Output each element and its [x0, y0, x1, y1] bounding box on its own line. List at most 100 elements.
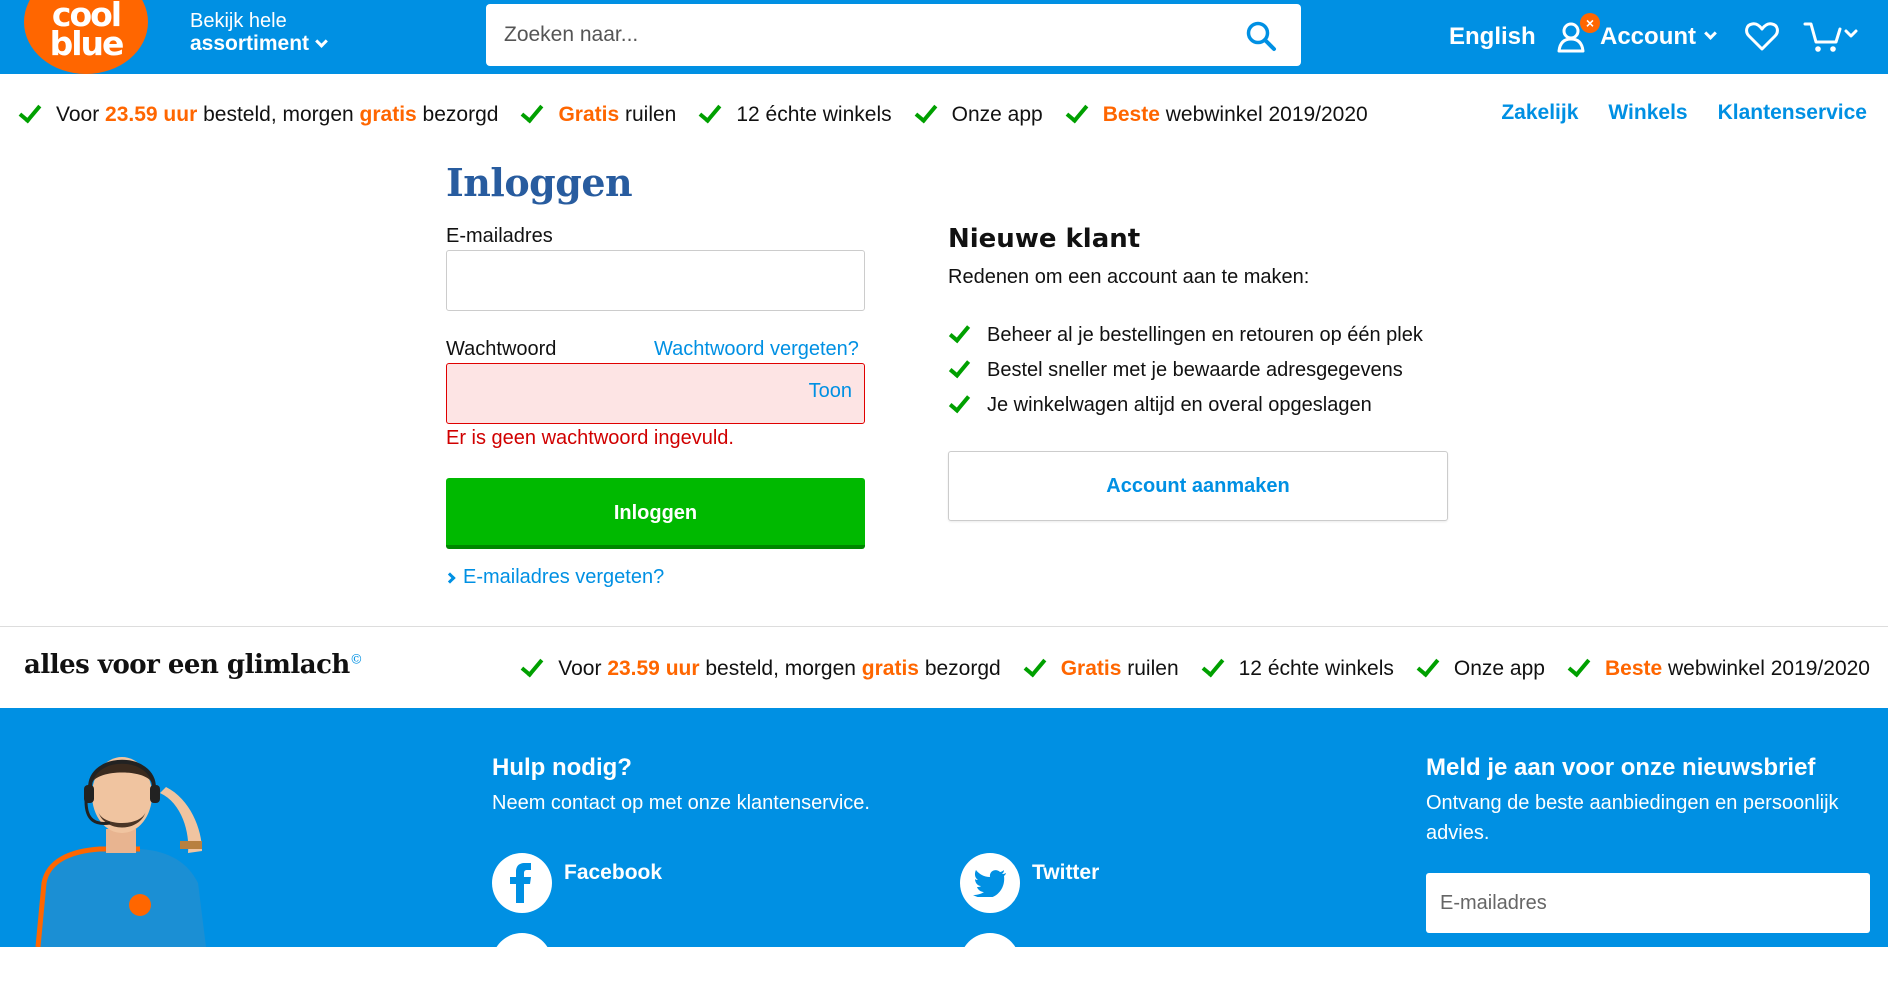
- usp-highlight: Beste: [1604, 657, 1663, 680]
- link-klantenservice[interactable]: Klantenservice: [1718, 101, 1867, 125]
- usp-item: Gratis ruilen: [521, 99, 677, 127]
- email-label: E-mailadres: [446, 225, 553, 247]
- login-button[interactable]: Inloggen: [446, 478, 865, 549]
- usp-text: ruilen: [619, 103, 677, 126]
- checkmark-icon: [948, 320, 971, 343]
- usp-text: 12 échte winkels: [1238, 657, 1394, 680]
- usp-list-bottom: Voor 23.59 uur besteld, morgen gratis be…: [520, 653, 1870, 681]
- search-bar: [486, 4, 1301, 66]
- checkmark-icon: [521, 99, 544, 123]
- assortment-menu-button[interactable]: Bekijk hele assortiment: [190, 10, 328, 56]
- heart-icon: [1745, 22, 1779, 51]
- create-account-button[interactable]: Account aanmaken: [948, 451, 1448, 521]
- chevron-right-icon: [444, 571, 456, 584]
- checkmark-icon: [948, 390, 971, 413]
- usp-text: Voor: [56, 103, 106, 126]
- show-password-button[interactable]: Toon: [809, 380, 852, 403]
- usp-item: Onze app: [1416, 653, 1545, 681]
- usp-item: 12 échte winkels: [1201, 653, 1394, 681]
- forgot-email-link[interactable]: E-mailadres vergeten?: [444, 566, 665, 589]
- usp-item: Voor 23.59 uur besteld, morgen gratis be…: [18, 99, 499, 127]
- checkmark-icon: [1023, 653, 1047, 677]
- usp-text: webwinkel 2019/2020: [1159, 103, 1368, 126]
- search-icon[interactable]: [1245, 20, 1277, 52]
- forgot-email-label: E-mailadres vergeten?: [463, 566, 665, 588]
- assortment-small-label: Bekijk hele: [190, 10, 287, 32]
- email-field[interactable]: [447, 251, 864, 310]
- forgot-password-link[interactable]: Wachtwoord vergeten?: [654, 338, 859, 361]
- link-winkels[interactable]: Winkels: [1608, 101, 1687, 125]
- usp-item: Onze app: [914, 99, 1043, 127]
- usp-text: ruilen: [1121, 657, 1179, 680]
- usp-bar: Voor 23.59 uur besteld, morgen gratis be…: [0, 74, 1888, 154]
- chevron-down-icon: [315, 35, 328, 48]
- list-item: Beheer al je bestellingen en retouren op…: [948, 318, 1423, 353]
- newsletter-field-box: [1426, 873, 1870, 933]
- search-input[interactable]: [486, 4, 1226, 66]
- service-links: Zakelijk Winkels Klantenservice: [1471, 101, 1867, 125]
- checkmark-icon: [948, 355, 971, 378]
- email-field-box: [446, 250, 865, 311]
- list-item: Je winkelwagen altijd en overal opgeslag…: [948, 388, 1423, 423]
- cart-button[interactable]: [1803, 0, 1861, 74]
- usp-item: Voor 23.59 uur besteld, morgen gratis be…: [520, 653, 1001, 681]
- checkmark-icon: [18, 99, 42, 123]
- help-title: Hulp nodig?: [492, 754, 632, 781]
- language-switch[interactable]: English: [1449, 0, 1536, 74]
- assortment-big-label: assortiment: [190, 32, 328, 56]
- checkmark-icon: [520, 653, 544, 677]
- facebook-label: Facebook: [564, 861, 663, 884]
- checkmark-icon: [1065, 99, 1089, 123]
- usp-highlight: gratis: [359, 103, 417, 126]
- usp-text: 12 échte winkels: [736, 103, 892, 126]
- reason-text: Bestel sneller met je bewaarde adresgege…: [987, 359, 1403, 381]
- checkmark-icon: [1567, 653, 1591, 677]
- usp-text: besteld, morgen: [197, 103, 360, 126]
- usp-item: Beste webwinkel 2019/2020: [1065, 99, 1368, 127]
- twitter-link[interactable]: Twitter: [960, 853, 1099, 913]
- password-field-box: Toon: [446, 363, 865, 424]
- youtube-icon[interactable]: [492, 933, 552, 993]
- coolblue-logo[interactable]: cool blue: [24, 0, 148, 74]
- usp-list: Voor 23.59 uur besteld, morgen gratis be…: [18, 99, 1396, 127]
- reasons-list: Beheer al je bestellingen en retouren op…: [948, 318, 1423, 423]
- usp-highlight: gratis: [861, 657, 919, 680]
- chevron-down-icon: [1704, 26, 1717, 40]
- twitter-label: Twitter: [1032, 861, 1100, 884]
- help-text: Neem contact op met onze klantenservice.: [492, 792, 870, 814]
- new-customer-title: Nieuwe klant: [948, 224, 1141, 254]
- usp-text: bezorgd: [416, 103, 499, 126]
- usp-highlight: 23.59 uur: [607, 657, 700, 680]
- usp-highlight: Gratis: [1060, 657, 1122, 680]
- newsletter-email-field[interactable]: [1426, 873, 1870, 933]
- facebook-link[interactable]: Facebook: [492, 853, 662, 913]
- newsletter-text: Ontvang de beste aanbiedingen en persoon…: [1426, 792, 1839, 844]
- usp-text: besteld, morgen: [699, 657, 862, 680]
- usp-text: webwinkel 2019/2020: [1662, 657, 1870, 680]
- password-label: Wachtwoord: [446, 338, 557, 360]
- usp-highlight: Gratis: [558, 103, 620, 126]
- link-zakelijk[interactable]: Zakelijk: [1501, 101, 1578, 125]
- wishlist-button[interactable]: [1745, 0, 1779, 74]
- usp-item: Beste webwinkel 2019/2020: [1567, 653, 1870, 681]
- password-field[interactable]: [447, 364, 864, 423]
- divider: [0, 626, 1888, 627]
- account-menu[interactable]: × Account: [1556, 0, 1717, 74]
- logout-badge-icon[interactable]: ×: [1580, 13, 1600, 33]
- twitter-icon: [960, 853, 1020, 913]
- site-header: cool blue Bekijk hele assortiment Englis…: [0, 0, 1888, 74]
- usp-text: Onze app: [951, 103, 1043, 126]
- store-icon[interactable]: [960, 933, 1020, 993]
- facebook-icon: [492, 853, 552, 913]
- checkmark-icon: [699, 99, 722, 123]
- usp-item: Gratis ruilen: [1023, 653, 1179, 681]
- site-footer: Hulp nodig? Neem contact op met onze kla…: [0, 708, 1888, 993]
- usp-item: 12 échte winkels: [699, 99, 892, 127]
- logo-text-blue: blue: [49, 24, 125, 63]
- password-error-message: Er is geen wachtwoord ingevuld.: [446, 427, 734, 449]
- customer-service-agent-illustration: [35, 757, 206, 947]
- new-customer-subtitle: Redenen om een account aan te maken:: [948, 266, 1310, 288]
- checkmark-icon: [1416, 653, 1440, 677]
- usp-text: Onze app: [1453, 657, 1545, 680]
- usp-text: Voor: [558, 657, 608, 680]
